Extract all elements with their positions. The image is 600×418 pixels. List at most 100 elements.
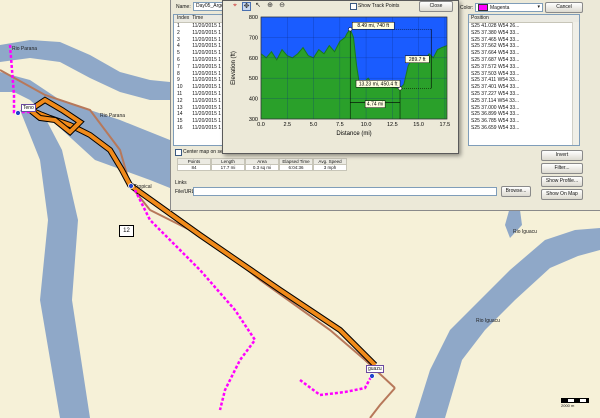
waypoint-start-label[interactable]: Teno: [21, 104, 36, 112]
row-position: S25 37.687 W54 33...: [471, 56, 520, 63]
waypoint-start-marker[interactable]: [15, 110, 21, 116]
filter-button[interactable]: Filter...: [541, 163, 583, 174]
elevation-chart[interactable]: 0.0 2.5 5.0 7.5 10.0 12.5 15.0 17.5 300 400 500 600…: [223, 11, 458, 151]
col-index-header[interactable]: Index: [174, 15, 192, 22]
table-row-position[interactable]: S25 37.562 W54 33...: [469, 43, 579, 50]
show-on-map-button[interactable]: Show On Map: [541, 189, 583, 200]
points-table-right[interactable]: Position S25 41.028 W54 26... S25 37.380 …: [468, 14, 580, 146]
x-tick-label: 17.5: [440, 122, 451, 128]
zoom-out-icon[interactable]: ⊖: [278, 2, 286, 10]
table-row[interactable]: 5 11/20/2015 1: [174, 50, 226, 57]
name-label: Name:: [176, 4, 191, 10]
y-tick-label: 700: [249, 35, 258, 41]
table-row[interactable]: 3 11/20/2015 1: [174, 37, 226, 44]
table-scrollbar[interactable]: [572, 22, 579, 145]
color-value: Magenta: [490, 4, 510, 11]
crosshair-icon[interactable]: ⌖: [231, 2, 239, 10]
show-profile-button[interactable]: Show Profile...: [541, 176, 583, 187]
select-icon[interactable]: ↖: [254, 2, 262, 10]
file-url-input[interactable]: [193, 187, 497, 196]
points-table-left[interactable]: Index Time 1 11/20/2015 1 2 11/20/2015 1 3 11…: [173, 14, 227, 146]
map-label-rio-parana-2: Rio Parana: [100, 113, 126, 119]
stat-elapsed: Elapsed Time 6:04:36: [279, 158, 313, 171]
table-row-position[interactable]: S25 36.899 W54 33...: [469, 111, 579, 118]
table-row-position[interactable]: S25 36.659 W54 33...: [469, 125, 579, 132]
elevation-profile-window: ⌖ ✥ ↖ ⊕ ⊖ Show Track Points Close 0.0 2.5…: [222, 0, 459, 154]
table-row[interactable]: 13 11/20/2015 1: [174, 105, 226, 112]
stat-length: Length 17.7 mi: [211, 158, 245, 171]
invert-button[interactable]: Invert: [541, 150, 583, 161]
row-time: 11/20/2015 1: [192, 29, 222, 36]
table-row[interactable]: 14 11/20/2015 1: [174, 111, 226, 118]
row-position: S25 37.465 W54 33...: [471, 36, 520, 43]
table-row-position[interactable]: S25 37.465 W54 33...: [469, 37, 579, 44]
table-body-right: S25 41.028 W54 26... S25 37.380 W54 33...…: [469, 23, 579, 132]
row-time: 11/20/2015 1: [192, 90, 222, 97]
table-row[interactable]: 15 11/20/2015 1: [174, 118, 226, 125]
waypoint-tropical-marker[interactable]: [128, 183, 134, 189]
table-row[interactable]: 6 11/20/2015 1: [174, 57, 226, 64]
table-row-position[interactable]: S25 37.380 W54 33...: [469, 30, 579, 37]
stat-speed: Avg. Speed 3 mph: [313, 158, 347, 171]
cancel-button[interactable]: Cancel: [545, 2, 583, 13]
row-position: S25 36.785 W54 33...: [471, 118, 520, 125]
table-row[interactable]: 1 11/20/2015 1: [174, 23, 226, 30]
table-row-position[interactable]: S25 36.785 W54 33...: [469, 118, 579, 125]
y-tick-label: 400: [249, 97, 258, 103]
table-row-position[interactable]: S25 41.028 W54 26...: [469, 23, 579, 30]
table-row-position[interactable]: S25 37.503 W54 33...: [469, 71, 579, 78]
table-row[interactable]: 10 11/20/2015 1: [174, 84, 226, 91]
table-row[interactable]: 16 11/20/2015 1: [174, 125, 226, 132]
row-position: S25 37.411 W54 33...: [471, 77, 519, 84]
center-map-checkbox[interactable]: [175, 149, 182, 156]
stat-points-header: Points: [177, 158, 211, 165]
row-index: 12: [177, 97, 183, 104]
table-body: 1 11/20/2015 1 2 11/20/2015 1 3 11/20/2015 14…: [174, 23, 226, 132]
row-time: 11/20/2015 1: [192, 84, 222, 91]
stat-length-header: Length: [211, 158, 245, 165]
zoom-in-icon[interactable]: ⊕: [266, 2, 274, 10]
row-position: S25 37.664 W54 33...: [471, 50, 520, 57]
x-tick-label: 15.0: [413, 122, 424, 128]
row-index: 15: [177, 118, 183, 125]
row-index: 16: [177, 124, 183, 131]
pan-icon[interactable]: ✥: [242, 2, 251, 11]
table-row[interactable]: 11 11/20/2015 1: [174, 91, 226, 98]
table-row-position[interactable]: S25 37.114 W54 33...: [469, 98, 579, 105]
links-label: Links: [175, 180, 187, 186]
table-row[interactable]: 8 11/20/2015 1: [174, 71, 226, 78]
x-tick-label: 2.5: [283, 122, 291, 128]
stat-points: Points 84: [177, 158, 211, 171]
col-time-header[interactable]: Time: [192, 15, 226, 22]
waypoint-end-marker[interactable]: [369, 373, 375, 379]
table-row-position[interactable]: S25 37.000 W54 33...: [469, 105, 579, 112]
col-position-header[interactable]: Position: [469, 15, 541, 22]
row-position: S25 37.000 W54 33...: [471, 104, 520, 111]
table-row[interactable]: 7 11/20/2015 1: [174, 64, 226, 71]
color-select[interactable]: Magenta ▾: [475, 3, 543, 12]
row-position: S25 37.572 W54 33...: [471, 63, 520, 70]
row-index: 10: [177, 84, 183, 91]
table-row-position[interactable]: S25 37.227 W54 33...: [469, 91, 579, 98]
color-swatch: [478, 4, 488, 11]
table-row-position[interactable]: S25 37.411 W54 33...: [469, 77, 579, 84]
row-index: 4: [177, 43, 180, 50]
row-time: 11/20/2015 1: [192, 50, 222, 57]
row-time: 11/20/2015 1: [192, 43, 222, 50]
table-row[interactable]: 2 11/20/2015 1: [174, 30, 226, 37]
table-row[interactable]: 12 11/20/2015 1: [174, 98, 226, 105]
browse-button[interactable]: Browse...: [501, 186, 531, 197]
annotation-peak: 8.49 mi, 740 ft: [357, 23, 389, 29]
x-tick-label: 5.0: [310, 122, 318, 128]
table-row[interactable]: 4 11/20/2015 1: [174, 43, 226, 50]
row-time: 11/20/2015 1: [192, 56, 222, 63]
show-track-points-checkbox[interactable]: [350, 3, 357, 10]
table-row-position[interactable]: S25 37.664 W54 33...: [469, 50, 579, 57]
stat-length-value: 17.7 mi: [211, 165, 245, 171]
table-row-position[interactable]: S25 37.401 W54 33...: [469, 84, 579, 91]
table-row-position[interactable]: S25 37.687 W54 33...: [469, 57, 579, 64]
table-row[interactable]: 9 11/20/2015 1: [174, 77, 226, 84]
table-row-position[interactable]: S25 37.572 W54 33...: [469, 64, 579, 71]
waypoint-end-label[interactable]: guazu: [366, 365, 384, 373]
row-index: 14: [177, 111, 183, 118]
